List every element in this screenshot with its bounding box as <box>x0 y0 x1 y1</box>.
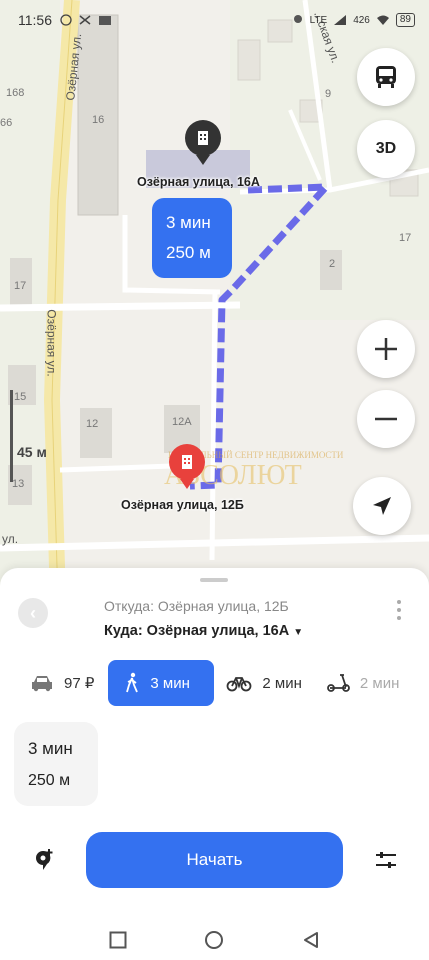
house-number: 12 <box>86 418 99 430</box>
destination-label: Озёрная улица, 16А <box>137 175 260 189</box>
destination-pin[interactable] <box>185 120 221 165</box>
route-settings-icon[interactable] <box>374 848 398 872</box>
summary-distance: 250 м <box>28 772 71 789</box>
back-button[interactable]: ‹ <box>18 598 48 628</box>
route-summary-card[interactable]: 3 мин 250 м <box>14 722 98 806</box>
back-nav-icon[interactable] <box>302 931 320 949</box>
sheet-grabber[interactable] <box>200 578 228 582</box>
start-button-label: Начать <box>186 850 243 869</box>
map-view[interactable]: 11:56 LTE 426 89 Озёрная ул. Озёрная ул.… <box>0 0 429 600</box>
house-number: 66 <box>0 117 13 129</box>
3d-label: 3D <box>375 140 397 157</box>
chevron-left-icon: ‹ <box>30 602 36 623</box>
route-distance: 250 м <box>166 243 211 262</box>
add-point-icon[interactable] <box>32 848 56 872</box>
route-info-bubble[interactable]: 3 мин 250 м <box>152 198 232 278</box>
home-icon[interactable] <box>204 930 224 950</box>
battery-indicator: 89 <box>395 13 415 27</box>
route-sheet: ‹ Откуда: Озёрная улица, 12Б Куда: Озёрн… <box>0 568 429 960</box>
minus-icon <box>375 417 397 421</box>
3d-button[interactable]: 3D <box>357 120 415 178</box>
scale-bar <box>10 390 13 482</box>
wifi-icon <box>376 15 389 25</box>
bus-icon <box>376 66 396 88</box>
walk-icon <box>126 672 139 693</box>
transport-modes: 97 ₽ 3 мин 2 мин 2 мин <box>0 660 429 706</box>
caret-down-icon: ▼ <box>293 627 304 638</box>
status-bar: 11:56 LTE 426 89 <box>0 0 429 40</box>
recents-icon[interactable] <box>109 931 127 949</box>
mode-bike[interactable]: 2 мин <box>226 660 302 706</box>
house-number: 168 <box>6 87 25 99</box>
transport-button[interactable] <box>357 48 415 106</box>
street-label: ул. <box>2 532 19 546</box>
house-number: 9 <box>325 88 332 100</box>
navigation-arrow-icon <box>373 497 391 515</box>
route-time: 3 мин <box>166 213 211 232</box>
route-from[interactable]: Откуда: Озёрная улица, 12Б <box>104 598 289 614</box>
watermark: ЦИОНАЛЬНЫЙ СЕНТР НЕДВИЖИМОСТИ АБСОЛЮТ <box>164 450 344 491</box>
status-time: 11:56 <box>18 12 52 28</box>
more-options-icon[interactable] <box>397 600 401 620</box>
net-speed: 426 <box>353 14 370 26</box>
street-label: Озёрная ул. <box>44 309 59 377</box>
mode-taxi-label: 97 ₽ <box>64 675 95 692</box>
location-icon <box>293 15 302 23</box>
plus-icon <box>375 338 397 360</box>
zoom-out-button[interactable] <box>357 390 415 448</box>
summary-time: 3 мин <box>28 739 73 758</box>
system-nav-bar <box>0 920 429 960</box>
scooter-icon <box>327 674 350 692</box>
house-number: 13 <box>12 478 25 490</box>
bicycle-icon <box>227 677 252 692</box>
my-location-button[interactable] <box>353 477 411 535</box>
signal-icon <box>334 15 347 25</box>
start-button[interactable]: Начать <box>86 832 343 888</box>
image-icon <box>99 16 111 25</box>
car-icon <box>32 676 52 692</box>
route-to[interactable]: Куда: Озёрная улица, 16А ▼ <box>104 623 303 639</box>
mode-walk-label: 3 мин <box>150 674 190 692</box>
house-number: 12А <box>172 416 192 428</box>
origin-label: Озёрная улица, 12Б <box>121 498 244 512</box>
mode-scooter[interactable]: 2 мин <box>326 660 400 706</box>
origin-pin[interactable] <box>169 444 205 489</box>
call-icon <box>79 15 91 25</box>
mode-scooter-label: 2 мин <box>359 674 400 692</box>
building-icon <box>198 131 208 145</box>
scale-label: 45 м <box>17 444 47 460</box>
house-number: 17 <box>14 280 27 292</box>
zoom-in-button[interactable] <box>357 320 415 378</box>
building-icon <box>182 455 192 469</box>
network-type: LTE <box>309 14 328 26</box>
house-number: 15 <box>14 391 27 403</box>
house-number: 16 <box>92 114 105 126</box>
mode-taxi[interactable]: 97 ₽ <box>30 660 94 706</box>
house-number: 2 <box>329 258 336 270</box>
cloud-icon <box>60 14 72 26</box>
mode-bike-label: 2 мин <box>262 674 302 692</box>
house-number: 17 <box>399 232 412 244</box>
mode-walk[interactable]: 3 мин <box>108 660 215 706</box>
route-to-label: Куда: Озёрная улица, 16А <box>104 623 290 639</box>
